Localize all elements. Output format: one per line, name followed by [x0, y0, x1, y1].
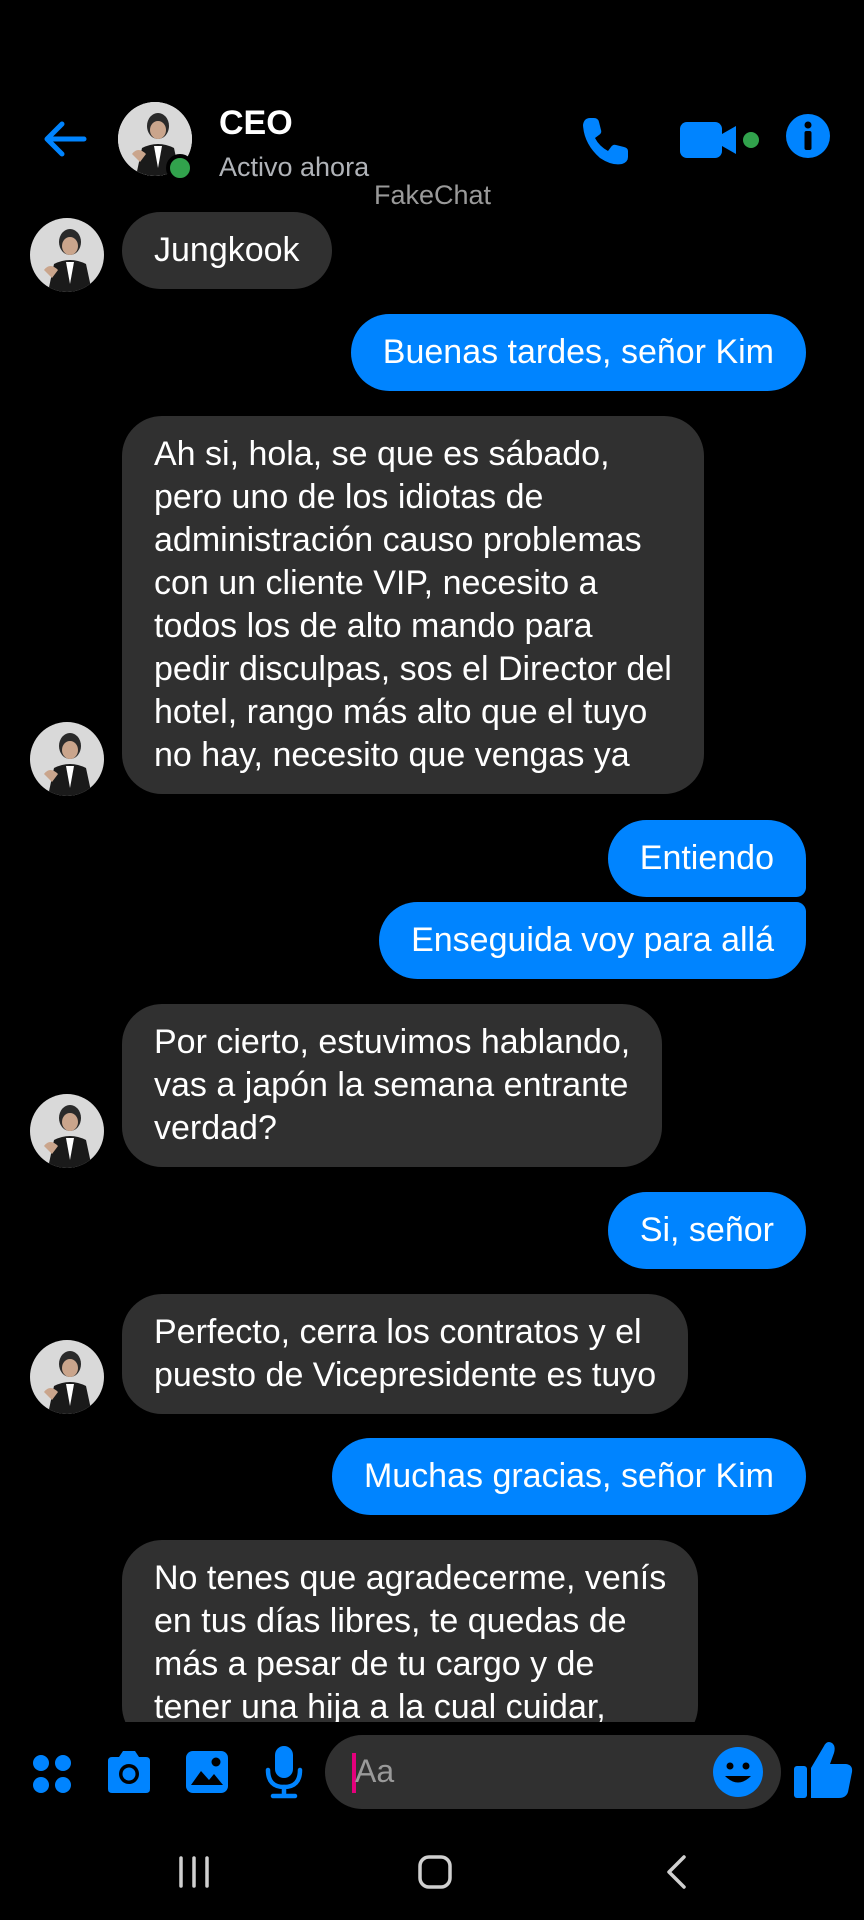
sent-message[interactable]: Si, señor — [607, 1192, 806, 1269]
input-placeholder: Aa — [355, 1753, 395, 1789]
sent-message[interactable]: Buenas tardes, señor Kim — [350, 314, 806, 391]
message-avatar[interactable] — [30, 722, 104, 796]
sent-message[interactable]: Muchas gracias, señor Kim — [331, 1438, 806, 1515]
contact-name[interactable]: CEO — [219, 104, 293, 143]
watermark-text: FakeChat — [374, 180, 492, 210]
back-arrow-icon[interactable] — [40, 114, 90, 164]
camera-icon[interactable] — [104, 1749, 154, 1795]
recent-apps-icon[interactable] — [176, 1854, 212, 1890]
message-avatar[interactable] — [30, 1340, 104, 1414]
received-message[interactable]: Perfecto, cerra los contratos y el puest… — [122, 1294, 689, 1414]
contact-status: Activo ahora — [219, 152, 370, 182]
back-nav-icon[interactable] — [660, 1854, 696, 1890]
message-avatar[interactable] — [30, 1094, 104, 1168]
messenger-chat-screen: CEO Activo ahora FakeChat Jungkook Buena… — [0, 0, 864, 1920]
received-message[interactable]: Por cierto, estuvimos hablando, vas a ja… — [122, 1004, 663, 1167]
sent-message[interactable]: Enseguida voy para allá — [379, 902, 806, 979]
phone-call-icon[interactable] — [578, 114, 632, 168]
gallery-icon[interactable] — [184, 1749, 230, 1795]
message-clip-area: No tenes que agradecerme, venís en tus d… — [0, 1538, 864, 1722]
apps-icon[interactable] — [30, 1752, 74, 1796]
message-avatar[interactable] — [30, 218, 104, 292]
sent-message[interactable]: Entiendo — [607, 820, 806, 897]
home-icon[interactable] — [417, 1854, 453, 1890]
microphone-icon[interactable] — [264, 1744, 304, 1800]
info-icon[interactable] — [784, 112, 832, 160]
received-message[interactable]: Ah si, hola, se que es sábado, pero uno … — [122, 416, 704, 794]
system-nav-bar — [0, 1826, 864, 1920]
message-input[interactable]: Aa — [325, 1735, 781, 1809]
emoji-icon[interactable] — [711, 1745, 765, 1799]
message-composer: Aa — [0, 1722, 864, 1826]
video-call-icon[interactable] — [678, 118, 768, 162]
received-message[interactable]: Jungkook — [122, 212, 332, 289]
chat-header: CEO Activo ahora — [0, 90, 864, 190]
online-status-dot — [166, 154, 194, 182]
received-message[interactable]: No tenes que agradecerme, venís en tus d… — [122, 1540, 699, 1722]
thumbs-up-icon[interactable] — [790, 1736, 856, 1802]
